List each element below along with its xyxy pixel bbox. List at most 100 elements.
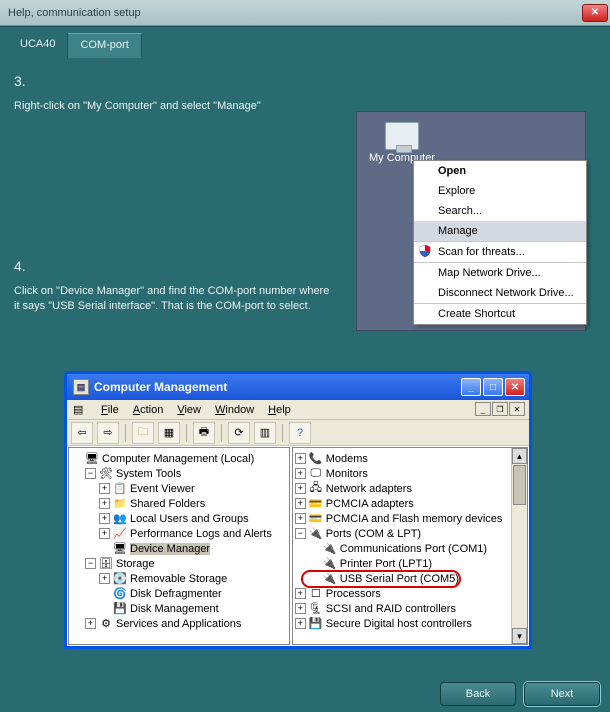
dev-com1-label: Communications Port (COM1) — [340, 543, 487, 555]
tree-users[interactable]: +👥Local Users and Groups — [71, 511, 287, 526]
cm-tree: 🖥Computer Management (Local) −🛠System To… — [69, 448, 289, 634]
tb-help[interactable]: ? — [289, 422, 311, 444]
expand-icon[interactable]: + — [295, 468, 306, 479]
expand-icon[interactable]: + — [99, 513, 110, 524]
ctx-search-label: Search... — [438, 205, 482, 217]
tb-back[interactable]: ⇦ — [71, 422, 93, 444]
dev-monitors-label: Monitors — [326, 468, 368, 480]
expand-icon[interactable]: + — [295, 498, 306, 509]
refresh-icon: ⟳ — [234, 426, 243, 439]
expand-icon[interactable]: + — [99, 498, 110, 509]
devmgr-icon: 🖥 — [113, 542, 127, 556]
cm-minimize-button[interactable]: _ — [461, 378, 481, 396]
ctx-create-shortcut[interactable]: Create Shortcut — [414, 303, 586, 324]
cm-tree-pane: 🖥Computer Management (Local) −🛠System To… — [68, 447, 290, 645]
tree-defrag[interactable]: 🌀Disk Defragmenter — [71, 586, 287, 601]
ctx-manage[interactable]: Manage — [414, 221, 586, 241]
expand-icon[interactable]: + — [295, 618, 306, 629]
cm-title-text: Computer Management — [94, 380, 227, 394]
ctx-search[interactable]: Search... — [414, 201, 586, 221]
expand-icon[interactable]: + — [295, 483, 306, 494]
tb-export[interactable]: ▥ — [254, 422, 276, 444]
tree-defrag-label: Disk Defragmenter — [130, 588, 222, 600]
tab-uca40[interactable]: UCA40 — [8, 33, 68, 58]
ctx-explore[interactable]: Explore — [414, 181, 586, 201]
mdi-close[interactable]: ✕ — [509, 402, 525, 416]
tree-storage[interactable]: −🗄Storage — [71, 556, 287, 571]
expand-icon[interactable]: + — [99, 528, 110, 539]
expand-icon[interactable]: + — [295, 513, 306, 524]
tree-services[interactable]: +⚙Services and Applications — [71, 616, 287, 631]
expand-icon[interactable]: + — [99, 573, 110, 584]
tb-forward[interactable]: ⇨ — [97, 422, 119, 444]
dev-pcmcia-flash[interactable]: +💳PCMCIA and Flash memory devices — [295, 511, 525, 526]
menu-help[interactable]: Help — [268, 404, 291, 416]
ctx-disconnect-drive[interactable]: Disconnect Network Drive... — [414, 283, 586, 303]
cm-body: 🖥Computer Management (Local) −🛠System To… — [67, 446, 529, 646]
maximize-icon: □ — [490, 382, 496, 393]
collapse-icon[interactable]: − — [85, 468, 96, 479]
dev-flash-label: PCMCIA and Flash memory devices — [326, 513, 503, 525]
tree-ev-label: Event Viewer — [130, 483, 195, 495]
tab-content: 3. Right-click on "My Computer" and sele… — [6, 65, 604, 674]
tb-print[interactable]: 🖶 — [193, 422, 215, 444]
close-button[interactable]: ✕ — [582, 4, 608, 22]
tree-root[interactable]: 🖥Computer Management (Local) — [71, 451, 287, 466]
tb-up[interactable]: 🗀 — [132, 422, 154, 444]
tree-diskmgmt[interactable]: 💾Disk Management — [71, 601, 287, 616]
menu-window[interactable]: Window — [215, 404, 254, 416]
dev-usbserial[interactable]: 🔌USB Serial Port (COM5) — [295, 571, 525, 586]
expand-icon[interactable]: + — [295, 588, 306, 599]
tree-perf[interactable]: +📈Performance Logs and Alerts — [71, 526, 287, 541]
scrollbar[interactable]: ▲ ▼ — [511, 448, 527, 644]
back-button[interactable]: Back — [440, 682, 516, 706]
ctx-open[interactable]: Open — [414, 161, 586, 181]
dev-monitors[interactable]: +🖵Monitors — [295, 466, 525, 481]
scroll-thumb[interactable] — [513, 465, 526, 505]
dev-com1[interactable]: 🔌Communications Port (COM1) — [295, 541, 525, 556]
cm-maximize-button[interactable]: □ — [483, 378, 503, 396]
dev-scsi[interactable]: +🗜SCSI and RAID controllers — [295, 601, 525, 616]
tree-devmgr[interactable]: 🖥Device Manager — [71, 541, 287, 556]
tb-props[interactable]: ▦ — [158, 422, 180, 444]
mdi-minimize[interactable]: _ — [475, 402, 491, 416]
expand-icon[interactable]: + — [85, 618, 96, 629]
perf-icon: 📈 — [113, 527, 127, 541]
tree-systools[interactable]: −🛠System Tools — [71, 466, 287, 481]
tree-eventviewer[interactable]: +📋Event Viewer — [71, 481, 287, 496]
dev-modems[interactable]: +📞Modems — [295, 451, 525, 466]
menu-action[interactable]: Action — [133, 404, 164, 416]
dev-lpt1[interactable]: 🔌Printer Port (LPT1) — [295, 556, 525, 571]
menu-file[interactable]: File — [101, 404, 119, 416]
mycomputer-icon-block: My Computer — [369, 122, 435, 164]
users-icon: 👥 — [113, 512, 127, 526]
dev-network[interactable]: +🖧Network adapters — [295, 481, 525, 496]
cm-close-button[interactable]: ✕ — [505, 378, 525, 396]
next-button[interactable]: Next — [524, 682, 600, 706]
help-icon: ? — [297, 427, 303, 439]
menu-view[interactable]: View — [177, 404, 201, 416]
tree-shared[interactable]: +📁Shared Folders — [71, 496, 287, 511]
arrow-left-icon: ⇦ — [77, 426, 86, 439]
collapse-icon[interactable]: − — [85, 558, 96, 569]
minimize-icon: _ — [468, 382, 474, 393]
collapse-icon[interactable]: − — [295, 528, 306, 539]
mdi-restore[interactable]: ❐ — [492, 402, 508, 416]
ctx-scan[interactable]: Scan for threats... — [414, 241, 586, 262]
dev-processors[interactable]: +☐Processors — [295, 586, 525, 601]
expand-icon[interactable]: + — [99, 483, 110, 494]
tab-comport[interactable]: COM-port — [68, 33, 141, 58]
tb-refresh[interactable]: ⟳ — [228, 422, 250, 444]
dev-sdhost[interactable]: +💾Secure Digital host controllers — [295, 616, 525, 631]
dev-pcmcia[interactable]: +💳PCMCIA adapters — [295, 496, 525, 511]
scroll-down-icon[interactable]: ▼ — [512, 628, 527, 644]
modem-icon: 📞 — [309, 452, 323, 466]
dev-usbserial-label: USB Serial Port (COM5) — [340, 573, 459, 585]
ctx-map-drive[interactable]: Map Network Drive... — [414, 262, 586, 283]
dev-ports[interactable]: −🔌Ports (COM & LPT) — [295, 526, 525, 541]
dev-net-label: Network adapters — [326, 483, 412, 495]
expand-icon[interactable]: + — [295, 453, 306, 464]
scroll-up-icon[interactable]: ▲ — [512, 448, 527, 464]
expand-icon[interactable]: + — [295, 603, 306, 614]
tree-removable[interactable]: +💽Removable Storage — [71, 571, 287, 586]
